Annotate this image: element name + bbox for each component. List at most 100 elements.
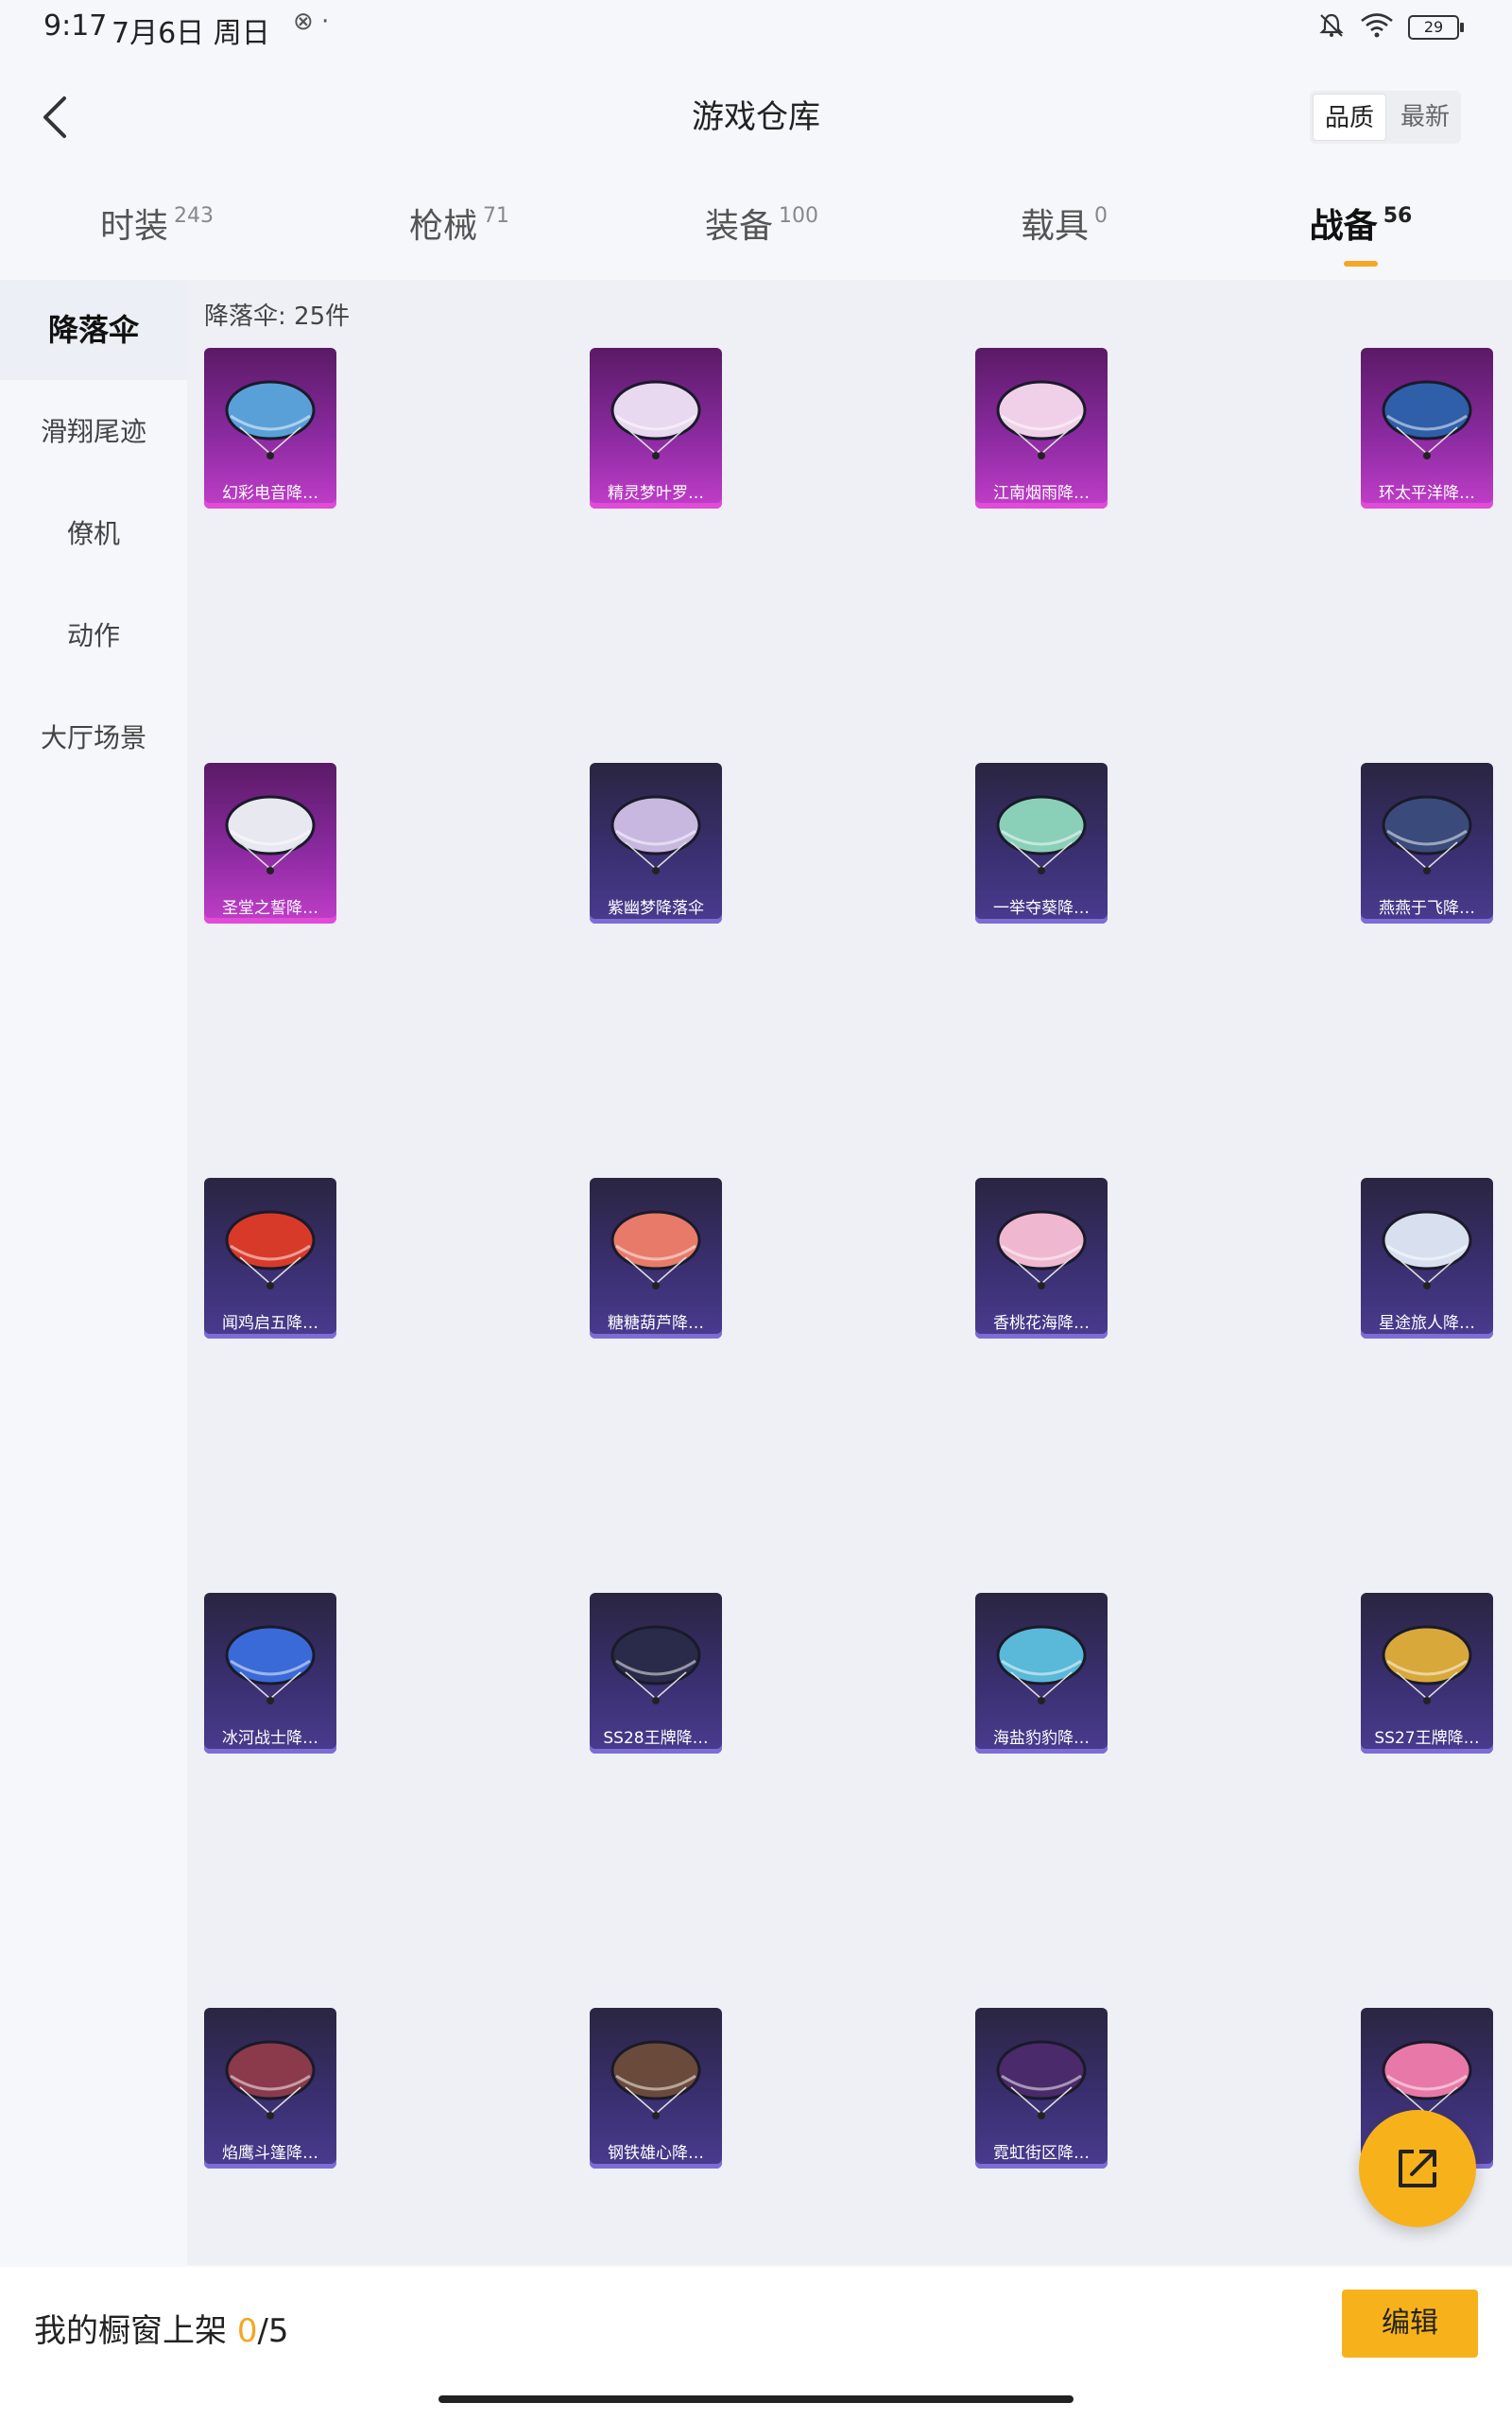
parachute-item-name: 闻鸡启五降… — [222, 1314, 318, 1333]
tab-label: 战备 — [1309, 207, 1378, 246]
share-external-icon — [1399, 2150, 1436, 2187]
page-title: 游戏仓库 — [692, 98, 820, 136]
parachute-item-name: 环太平洋降… — [1379, 484, 1475, 503]
parachute-item-name: 燕燕于飞降… — [1379, 899, 1475, 918]
parachute-item-name: 糖糖葫芦降… — [608, 1314, 704, 1333]
parachute-item-name: 香桃花海降… — [993, 1314, 1090, 1333]
parachute-item-card[interactable]: 燕燕于飞降… — [1361, 763, 1493, 924]
parachute-item-name: 紫幽梦降落伞 — [608, 899, 704, 918]
parachute-item-name: 精灵梦叶罗… — [608, 484, 704, 503]
showcase-label: 我的橱窗上架 — [34, 2312, 237, 2350]
tab-active-indicator — [1344, 261, 1378, 267]
sort-quality-button[interactable]: 品质 — [1313, 94, 1386, 141]
parachute-item-card[interactable]: 紫幽梦降落伞 — [590, 763, 722, 924]
parachute-icon — [996, 1625, 1087, 1704]
sidebar-item-wingman[interactable]: 僚机 — [0, 484, 187, 584]
status-time: 9:17 — [43, 9, 108, 43]
parachute-item-name: 冰河战士降… — [222, 1729, 318, 1748]
parachute-icon — [996, 380, 1087, 459]
parachute-icon — [225, 380, 316, 459]
tab-label: 载具 — [1020, 207, 1089, 246]
parachute-item-card[interactable]: 冰河战士降… — [204, 1593, 336, 1754]
parachute-icon — [610, 795, 701, 874]
home-indicator[interactable] — [438, 2395, 1074, 2403]
parachute-item-name: SS28王牌降… — [603, 1729, 709, 1748]
parachute-icon — [1382, 795, 1472, 874]
parachute-item-card[interactable]: 环太平洋降… — [1361, 348, 1493, 509]
parachute-item-name: 幻彩电音降… — [222, 484, 318, 503]
status-icons: 29 — [1317, 11, 1464, 43]
parachute-icon — [610, 2040, 701, 2119]
showcase-status: 我的橱窗上架 0/5 — [34, 2305, 289, 2351]
parachute-item-name: 江南烟雨降… — [993, 484, 1090, 503]
parachute-icon — [225, 1625, 316, 1704]
tab-count: 243 — [174, 204, 214, 228]
wifi-icon — [1359, 11, 1395, 43]
parachute-item-name: 星途旅人降… — [1379, 1314, 1475, 1333]
parachute-icon — [1382, 1625, 1472, 1704]
tab-firearms[interactable]: 枪械 71 — [318, 199, 601, 248]
sidebar: 降落伞 滑翔尾迹 僚机 动作 大厅场景 — [0, 280, 187, 2265]
parachute-item-card[interactable]: 幻彩电音降… — [204, 348, 336, 509]
sidebar-item-lobby-scene[interactable]: 大厅场景 — [0, 688, 187, 788]
parachute-item-card[interactable]: SS28王牌降… — [590, 1593, 722, 1754]
parachute-item-name: 霓虹街区降… — [993, 2144, 1090, 2163]
parachute-item-card[interactable]: 海盐豹豹降… — [975, 1593, 1108, 1754]
parachute-icon — [1382, 380, 1472, 459]
parachute-item-card[interactable]: 钢铁雄心降… — [590, 2008, 722, 2169]
tab-count: 71 — [483, 204, 509, 228]
status-date: 7月6日 周日 — [112, 17, 270, 50]
parachute-icon — [610, 1625, 701, 1704]
showcase-count: 0 — [236, 2312, 258, 2350]
parachute-item-card[interactable]: 霓虹街区降… — [975, 2008, 1108, 2169]
parachute-item-name: 一举夺葵降… — [993, 899, 1090, 918]
bottom-bar: 我的橱窗上架 0/5 编辑 — [0, 2267, 1512, 2420]
tab-count: 0 — [1094, 204, 1108, 228]
tab-label: 枪械 — [408, 207, 477, 246]
parachute-item-card[interactable]: 星途旅人降… — [1361, 1178, 1493, 1339]
sidebar-item-emote[interactable]: 动作 — [0, 586, 187, 686]
parachute-item-card[interactable]: 圣堂之誓降… — [204, 763, 336, 924]
parachute-item-card[interactable]: 一举夺葵降… — [975, 763, 1108, 924]
category-tabs: 时装 243 枪械 71 装备 100 载具 0 战备 56 — [0, 189, 1512, 280]
parachute-item-card[interactable]: 江南烟雨降… — [975, 348, 1108, 509]
parachute-icon — [996, 795, 1087, 874]
parachute-item-card[interactable]: 焰鹰斗篷降… — [204, 2008, 336, 2169]
parachute-item-name: 钢铁雄心降… — [608, 2144, 704, 2163]
tab-battle-gear[interactable]: 战备 56 — [1219, 199, 1503, 267]
parachute-icon — [610, 1210, 701, 1289]
tab-vehicles[interactable]: 载具 0 — [922, 199, 1206, 248]
tab-equipment[interactable]: 装备 100 — [620, 199, 903, 248]
tab-label: 装备 — [704, 207, 773, 246]
parachute-icon — [610, 380, 701, 459]
status-bar: 9:17 7月6日 周日 ⊗ · 29 — [0, 0, 1512, 57]
sort-toggle[interactable]: 品质 最新 — [1310, 91, 1461, 144]
parachute-icon — [996, 1210, 1087, 1289]
parachute-icon — [1382, 2040, 1472, 2119]
share-button[interactable] — [1359, 2110, 1476, 2227]
sidebar-item-glide-trail[interactable]: 滑翔尾迹 — [0, 382, 187, 482]
parachute-icon — [225, 2040, 316, 2119]
parachute-item-card[interactable]: 香桃花海降… — [975, 1178, 1108, 1339]
edit-button[interactable]: 编辑 — [1342, 2290, 1478, 2358]
status-notification-dots: ⊗ · — [293, 8, 330, 36]
battery-icon: 29 — [1408, 15, 1464, 40]
sidebar-item-parachute[interactable]: 降落伞 — [0, 280, 187, 380]
parachute-item-card[interactable]: 精灵梦叶罗… — [590, 348, 722, 509]
tab-label: 时装 — [99, 207, 168, 246]
showcase-total: /5 — [257, 2312, 289, 2350]
tab-count: 56 — [1383, 204, 1413, 228]
bell-off-icon — [1317, 11, 1346, 43]
parachute-icon — [225, 1210, 316, 1289]
parachute-item-card[interactable]: 糖糖葫芦降… — [590, 1178, 722, 1339]
parachute-item-card[interactable]: 闻鸡启五降… — [204, 1178, 336, 1339]
parachute-item-card[interactable]: SS27王牌降… — [1361, 1593, 1493, 1754]
item-count-label: 降落伞: 25件 — [204, 302, 351, 331]
parachute-icon — [1382, 1210, 1472, 1289]
parachute-item-name: 海盐豹豹降… — [993, 1729, 1090, 1748]
tab-fashion[interactable]: 时装 243 — [15, 199, 299, 248]
sort-latest-button[interactable]: 最新 — [1389, 91, 1461, 144]
tab-count: 100 — [779, 204, 818, 228]
parachute-icon — [225, 795, 316, 874]
parachute-icon — [996, 2040, 1087, 2119]
